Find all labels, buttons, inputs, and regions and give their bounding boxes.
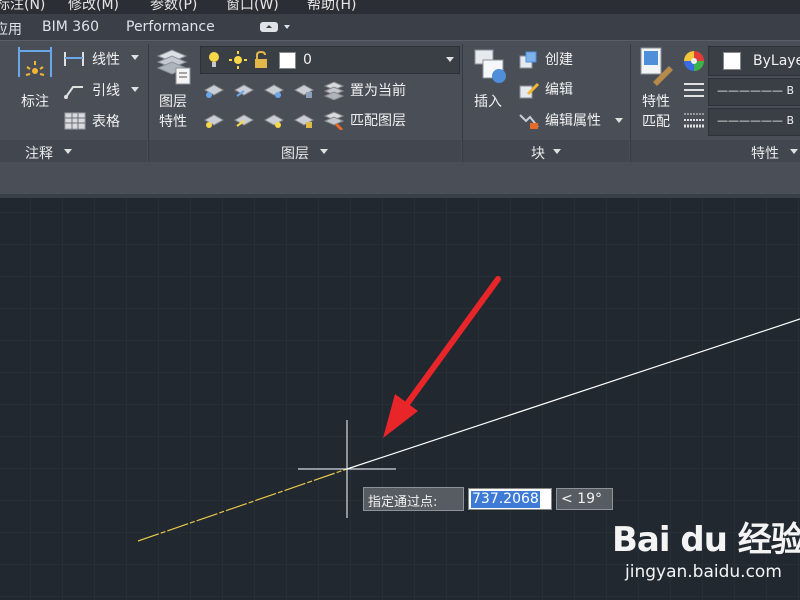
ribbon-tab-bar: 应用 BIM 360 Performance (0, 14, 800, 40)
chevron-down-icon[interactable] (131, 55, 139, 61)
set-current-layer-icon[interactable] (324, 80, 344, 100)
menu-item-modify[interactable]: 修改(M) (68, 0, 119, 14)
properties-panel-title: 特性 (751, 146, 779, 162)
layer-dropdown[interactable]: 0 (200, 46, 460, 74)
linetype-value: —————— B (717, 84, 795, 97)
dimension-label[interactable]: 标注 (21, 94, 49, 110)
lineweight-dropdown[interactable]: —————— B (708, 108, 800, 136)
color-swatch (723, 52, 741, 70)
chevron-down-icon (64, 149, 72, 154)
layer-color-swatch (279, 52, 296, 69)
watermark-url: jingyan.baidu.com (625, 562, 782, 582)
layers-panel-title: 图层 (281, 146, 309, 162)
chevron-down-icon (790, 149, 798, 154)
chevron-down-icon[interactable] (446, 57, 454, 63)
block-panel-title: 块 (531, 146, 545, 162)
match-properties-label-line2[interactable]: 匹配 (642, 114, 670, 130)
sun-icon[interactable] (229, 51, 247, 69)
panel-title-block[interactable]: 块 (463, 140, 629, 162)
layer-unlock-icon[interactable] (294, 112, 314, 130)
layer-freeze-icon[interactable] (264, 82, 284, 100)
command-prompt-text: 指定通过点: (368, 495, 438, 510)
table-label[interactable]: 表格 (92, 114, 120, 130)
current-layer-name: 0 (303, 52, 312, 68)
edit-label[interactable]: 编辑 (545, 82, 573, 98)
edit-attributes-icon[interactable] (518, 111, 540, 131)
leader-icon[interactable] (63, 81, 85, 99)
linear-label[interactable]: 线性 (92, 52, 120, 68)
angle-value[interactable]: < 19° (561, 491, 602, 507)
panel-title-layers[interactable]: 图层 (149, 140, 461, 162)
layer-on-icon[interactable] (204, 112, 224, 130)
layer-isolate-icon[interactable] (234, 82, 254, 100)
menu-item-dimension[interactable]: 标注(N) (0, 0, 45, 14)
chevron-down-icon[interactable] (131, 87, 139, 93)
tab-apps[interactable]: 应用 (0, 19, 22, 39)
layer-off-icon[interactable] (204, 82, 224, 100)
distance-value[interactable]: 737.2068 (471, 491, 540, 508)
chevron-down-icon[interactable] (615, 118, 623, 124)
match-properties-icon[interactable] (639, 46, 675, 86)
match-layer-icon[interactable] (324, 110, 344, 130)
color-wheel-icon[interactable] (684, 51, 704, 71)
create-block-icon[interactable] (518, 50, 540, 70)
linetype-icon[interactable] (684, 82, 704, 98)
match-properties-label-line1[interactable]: 特性 (642, 94, 670, 110)
tab-performance[interactable]: Performance (126, 19, 215, 35)
panel-title-properties[interactable]: 特性 (631, 140, 800, 162)
panel-title-annotation[interactable]: 注释 (0, 140, 147, 162)
edit-block-icon[interactable] (518, 80, 540, 100)
angle-input[interactable]: < 19° (556, 488, 613, 510)
chevron-down-icon (320, 149, 328, 154)
annotation-panel-title: 注释 (25, 146, 53, 162)
create-label[interactable]: 创建 (545, 52, 573, 68)
layer-thaw-icon[interactable] (264, 112, 284, 130)
color-value: ByLaye (753, 53, 800, 69)
color-dropdown[interactable]: ByLaye (708, 46, 800, 76)
set-current-label[interactable]: 置为当前 (350, 83, 406, 99)
watermark-logo: Bai du 经验 (612, 520, 800, 560)
layer-unisolate-icon[interactable] (234, 112, 254, 130)
file-tab-strip (0, 162, 800, 194)
distance-input[interactable]: 737.2068 (468, 488, 552, 510)
tab-bim360[interactable]: BIM 360 (42, 19, 99, 35)
layer-properties-label-line1[interactable]: 图层 (159, 94, 187, 110)
cloud-tab-dropdown-icon[interactable] (258, 19, 292, 35)
menu-item-window[interactable]: 窗口(W) (226, 0, 279, 14)
edit-attributes-label[interactable]: 编辑属性 (545, 113, 601, 129)
chevron-down-icon (553, 149, 561, 154)
layer-lock-icon[interactable] (294, 82, 314, 100)
table-icon[interactable] (64, 112, 86, 130)
match-layer-label[interactable]: 匹配图层 (350, 113, 406, 129)
leader-label[interactable]: 引线 (92, 83, 120, 99)
insert-label[interactable]: 插入 (474, 94, 502, 110)
insert-block-icon[interactable] (471, 46, 507, 86)
lightbulb-icon[interactable] (207, 51, 221, 69)
menu-bar: 标注(N) 修改(M) 参数(P) 窗口(W) 帮助(H) (0, 0, 800, 14)
menu-item-help[interactable]: 帮助(H) (307, 0, 356, 14)
linear-dimension-icon[interactable] (63, 50, 85, 68)
lineweight-icon[interactable] (684, 112, 704, 128)
linetype-dropdown[interactable]: —————— B (708, 78, 800, 106)
unlock-icon[interactable] (253, 51, 269, 69)
dimension-icon[interactable] (16, 47, 54, 87)
layer-properties-icon[interactable] (156, 46, 192, 86)
layer-properties-label-line2[interactable]: 特性 (159, 114, 187, 130)
command-prompt-tooltip: 指定通过点: (363, 487, 464, 511)
menu-item-parametric[interactable]: 参数(P) (150, 0, 197, 14)
lineweight-value: —————— B (717, 114, 795, 127)
